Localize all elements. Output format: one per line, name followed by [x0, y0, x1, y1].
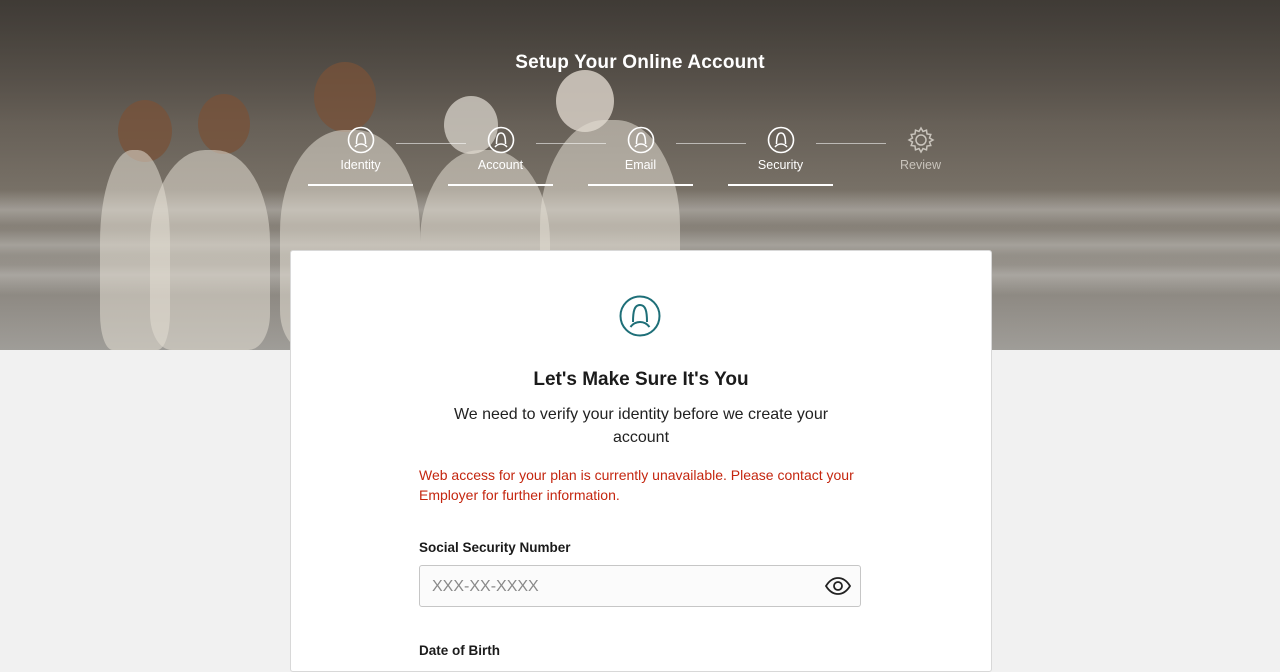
- user-icon: [767, 126, 794, 154]
- user-icon: [627, 126, 654, 154]
- step-underline: [308, 184, 413, 186]
- ssn-field[interactable]: [419, 565, 861, 608]
- card-subheading: We need to verify your identity before w…: [453, 406, 829, 446]
- card-heading: Let's Make Sure It's You: [533, 369, 749, 390]
- step-underline: [588, 184, 693, 186]
- user-icon: [347, 126, 374, 154]
- step-label: Email: [624, 158, 657, 172]
- progress-stepper: Identity Account Email Security Review: [0, 0, 1280, 200]
- dob-label: Date of Birth: [419, 643, 500, 658]
- step-review: Review: [868, 126, 973, 172]
- user-icon: [487, 126, 514, 154]
- eye-icon[interactable]: [824, 574, 852, 598]
- step-label: Account: [477, 158, 524, 172]
- step-label: Security: [757, 158, 804, 172]
- verification-card: Let's Make Sure It's You We need to veri…: [290, 250, 992, 672]
- step-underline: [728, 184, 833, 186]
- step-account[interactable]: Account: [448, 126, 553, 186]
- step-email[interactable]: Email: [588, 126, 693, 186]
- ssn-input[interactable]: [430, 566, 814, 608]
- ssn-label: Social Security Number: [419, 540, 571, 555]
- gear-icon: [906, 126, 935, 154]
- step-underline: [448, 184, 553, 186]
- user-icon: [619, 295, 661, 337]
- step-label: Identity: [340, 158, 381, 172]
- step-label: Review: [900, 158, 941, 172]
- step-security[interactable]: Security: [728, 126, 833, 186]
- error-message: Web access for your plan is currently un…: [419, 467, 854, 503]
- step-identity[interactable]: Identity: [308, 126, 413, 186]
